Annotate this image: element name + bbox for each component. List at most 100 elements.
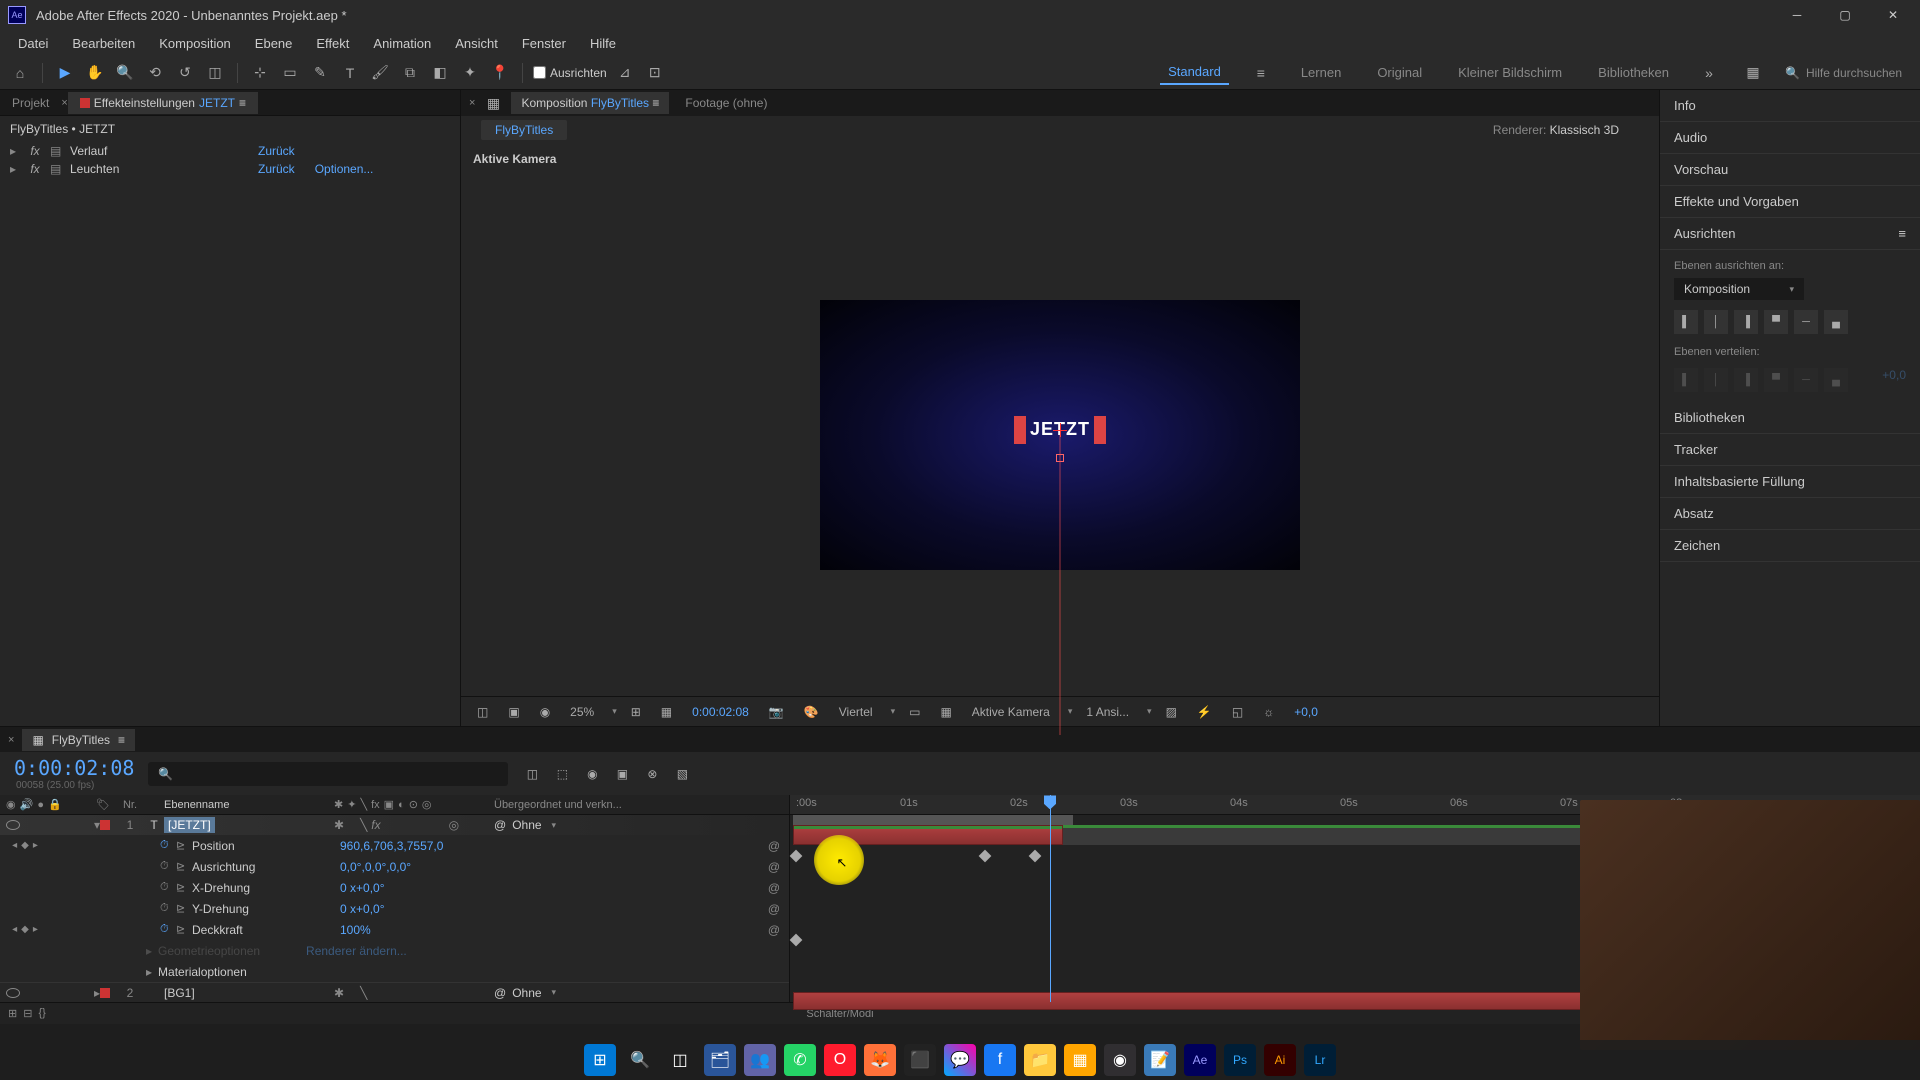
resolution-icon[interactable]: ◫ [471,703,494,721]
grid-icon[interactable]: ▦ [655,703,678,721]
align-hcenter-button[interactable]: │ [1704,310,1728,334]
xrot-value[interactable]: 0 x+0,0° [340,881,759,895]
toggle-modes-icon[interactable]: ⊟ [23,1007,32,1020]
breadcrumb-item[interactable]: FlyByTitles [481,120,567,140]
taskbar-messenger[interactable]: 💬 [944,1044,976,1076]
frame-blend-icon[interactable]: ▣ [612,764,632,784]
switch-quality[interactable]: ╲ [360,818,367,832]
snapshot-icon[interactable]: 📷 [763,703,790,721]
options-link[interactable]: Optionen... [315,162,374,176]
menu-fenster[interactable]: Fenster [512,32,576,55]
playhead[interactable] [1050,795,1051,1002]
visibility-toggle[interactable] [6,820,20,830]
stamp-tool[interactable]: ⧉ [398,61,422,85]
taskbar-taskview[interactable]: ◫ [664,1044,696,1076]
prop-xdrehung[interactable]: ⏱ ⊵ X-Drehung 0 x+0,0° @ [0,877,789,898]
lock-column-icon[interactable]: 🔒 [48,798,62,811]
graph-icon[interactable]: ⊵ [176,839,192,852]
taskbar-teams[interactable]: 👥 [744,1044,776,1076]
exposure-icon[interactable]: ☼ [1257,703,1280,721]
anchor-tool[interactable]: ⊹ [248,61,272,85]
orientation-value[interactable]: 0,0°,0,0°,0,0° [340,860,759,874]
pickwhip-icon[interactable]: @ [494,818,506,832]
renderer-link[interactable]: Renderer ändern... [306,944,789,958]
layer-name[interactable]: [JETZT] [164,817,215,833]
taskbar-whatsapp[interactable]: ✆ [784,1044,816,1076]
workspace-panel-icon[interactable]: ▦ [1741,61,1765,85]
effect-leuchten[interactable]: ▸ fx ▤ Leuchten Zurück Optionen... [0,160,460,178]
zoom-tool[interactable]: 🔍 [113,61,137,85]
taskbar-opera[interactable]: O [824,1044,856,1076]
switch-icon[interactable]: ⊙ [409,798,418,811]
menu-hilfe[interactable]: Hilfe [580,32,626,55]
align-to-dropdown[interactable]: Komposition▾ [1674,278,1804,300]
next-kf-icon[interactable]: ▸ [33,840,38,851]
layer-name[interactable]: [BG1] [164,986,334,1000]
workspace-menu-icon[interactable]: ≡ [1249,61,1273,85]
hand-tool[interactable]: ✋ [83,61,107,85]
footer-timecode[interactable]: 0:00:02:08 [686,703,755,721]
home-icon[interactable]: ⌂ [8,61,32,85]
taskbar-ps[interactable]: Ps [1224,1044,1256,1076]
keyframe[interactable] [1029,850,1042,863]
tab-menu-icon[interactable]: ≡ [652,96,659,110]
brush-tool[interactable]: 🖌 [368,61,392,85]
prop-geometry[interactable]: ▸ Geometrieoptionen Renderer ändern... [0,940,789,961]
menu-datei[interactable]: Datei [8,32,58,55]
switch-asterisk[interactable]: ✱ [334,986,344,1000]
switch-icon[interactable]: ✱ [334,798,343,811]
reset-link[interactable]: Zurück [258,144,295,158]
graph-icon[interactable]: ⊵ [176,881,192,894]
projekt-tab[interactable]: Projekt [0,92,61,114]
pickwhip-icon[interactable]: @ [494,986,506,1000]
timeline-tab[interactable]: ▦ FlyByTitles ≡ [22,729,135,751]
switch-quality[interactable]: ╲ [360,986,367,1000]
workspace-more-icon[interactable]: » [1697,61,1721,85]
switch-icon[interactable]: ✦ [347,798,356,811]
viewer[interactable]: JETZT [461,174,1659,696]
audio-column-icon[interactable]: 🔊 [20,798,34,811]
maximize-button[interactable]: ▢ [1836,6,1854,24]
snap-icon[interactable]: ⊿ [613,61,637,85]
minimize-button[interactable]: ─ [1788,6,1806,24]
eraser-tool[interactable]: ◧ [428,61,452,85]
taskbar-facebook[interactable]: f [984,1044,1016,1076]
workspace-bibliotheken[interactable]: Bibliotheken [1590,61,1677,84]
stopwatch-icon[interactable]: ⏱ [160,923,176,936]
3d-icon[interactable]: ◱ [1226,703,1249,721]
roto-tool[interactable]: ✦ [458,61,482,85]
renderer-value[interactable]: Klassisch 3D [1550,123,1619,137]
panel-menu-icon[interactable]: ≡ [1898,226,1906,241]
add-kf-icon[interactable]: ◆ [21,840,29,851]
safe-icon[interactable]: ⊞ [625,703,647,721]
menu-bearbeiten[interactable]: Bearbeiten [62,32,145,55]
prop-ydrehung[interactable]: ⏱ ⊵ Y-Drehung 0 x+0,0° @ [0,898,789,919]
next-kf-icon[interactable]: ▸ [33,924,38,935]
taskbar-search[interactable]: 🔍 [624,1044,656,1076]
exposure-value[interactable]: +0,0 [1288,703,1324,721]
pickwhip-icon[interactable]: @ [759,839,789,853]
taskbar-app2[interactable]: ▦ [1064,1044,1096,1076]
taskbar-app[interactable]: ⬛ [904,1044,936,1076]
stopwatch-icon[interactable]: ⏱ [160,839,176,852]
keyframe[interactable] [790,934,803,947]
fast-icon[interactable]: ⚡ [1191,703,1218,721]
expand-icon[interactable]: ▸ [10,144,20,158]
text-tool[interactable]: T [338,61,362,85]
label-column-icon[interactable]: 🏷 [96,798,110,811]
panel-vorschau[interactable]: Vorschau [1660,154,1920,186]
align-right-button[interactable]: ▐ [1734,310,1758,334]
dist-offset[interactable]: +0,0 [1882,368,1906,392]
timeline-timecode[interactable]: 0:00:02:08 [0,756,148,780]
selection-tool[interactable]: ▶ [53,61,77,85]
tab-menu-icon[interactable]: ≡ [118,733,125,747]
expand-icon[interactable]: ▸ [10,162,20,176]
visibility-toggle[interactable] [6,988,20,998]
yrot-value[interactable]: 0 x+0,0° [340,902,759,916]
pickwhip-icon[interactable]: @ [759,902,789,916]
parent-dropdown[interactable]: Ohne [512,818,541,832]
workspace-lernen[interactable]: Lernen [1293,61,1349,84]
reset-link[interactable]: Zurück [258,162,295,176]
orbit-tool[interactable]: ⟲ [143,61,167,85]
fx-icon[interactable]: fx [28,162,42,176]
